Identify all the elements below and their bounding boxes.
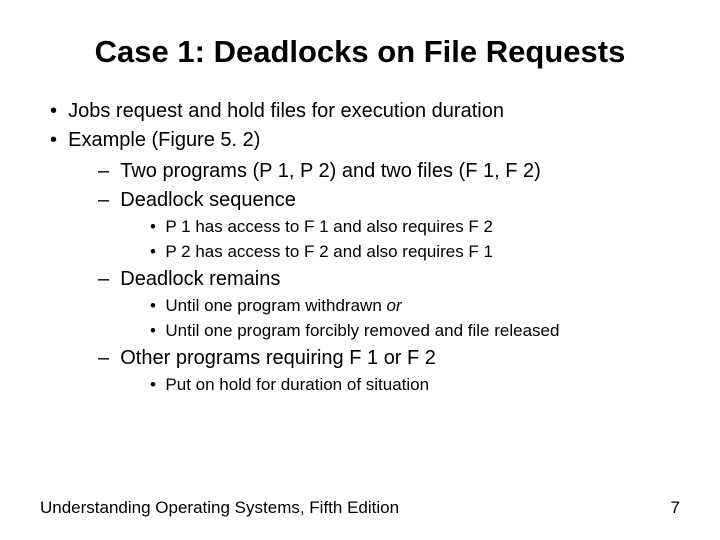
bullet-list-level2: Two programs (P 1, P 2) and two files (F… — [68, 158, 680, 397]
bullet-text: Deadlock remains — [120, 268, 280, 290]
bullet-text: Other programs requiring F 1 or F 2 — [120, 347, 436, 369]
bullet-l2: Other programs requiring F 1 or F 2 Put … — [98, 345, 680, 397]
bullet-text: Deadlock sequence — [120, 189, 296, 211]
bullet-text: Until one program withdrawn — [165, 296, 386, 315]
bullet-l2: Deadlock sequence P 1 has access to F 1 … — [98, 187, 680, 264]
bullet-l3: P 2 has access to F 2 and also requires … — [150, 241, 680, 264]
slide: Case 1: Deadlocks on File Requests Jobs … — [0, 0, 720, 540]
italic-text: or — [387, 296, 402, 315]
bullet-l1: Example (Figure 5. 2) Two programs (P 1,… — [40, 127, 680, 397]
bullet-l3: P 1 has access to F 1 and also requires … — [150, 216, 680, 239]
bullet-list-level1: Jobs request and hold files for executio… — [40, 98, 680, 397]
footer-text: Understanding Operating Systems, Fifth E… — [40, 498, 399, 518]
slide-footer: Understanding Operating Systems, Fifth E… — [40, 498, 680, 518]
bullet-l2: Two programs (P 1, P 2) and two files (F… — [98, 158, 680, 185]
bullet-text: Example (Figure 5. 2) — [68, 129, 260, 151]
page-number: 7 — [671, 498, 680, 518]
slide-title: Case 1: Deadlocks on File Requests — [40, 34, 680, 70]
bullet-l3: Until one program forcibly removed and f… — [150, 320, 680, 343]
bullet-l1: Jobs request and hold files for executio… — [40, 98, 680, 125]
bullet-l3: Put on hold for duration of situation — [150, 374, 680, 397]
bullet-list-level3: Put on hold for duration of situation — [120, 374, 680, 397]
bullet-l3: Until one program withdrawn or — [150, 295, 680, 318]
bullet-list-level3: P 1 has access to F 1 and also requires … — [120, 216, 680, 264]
bullet-list-level3: Until one program withdrawn or Until one… — [120, 295, 680, 343]
slide-content: Jobs request and hold files for executio… — [40, 98, 680, 397]
bullet-l2: Deadlock remains Until one program withd… — [98, 266, 680, 343]
